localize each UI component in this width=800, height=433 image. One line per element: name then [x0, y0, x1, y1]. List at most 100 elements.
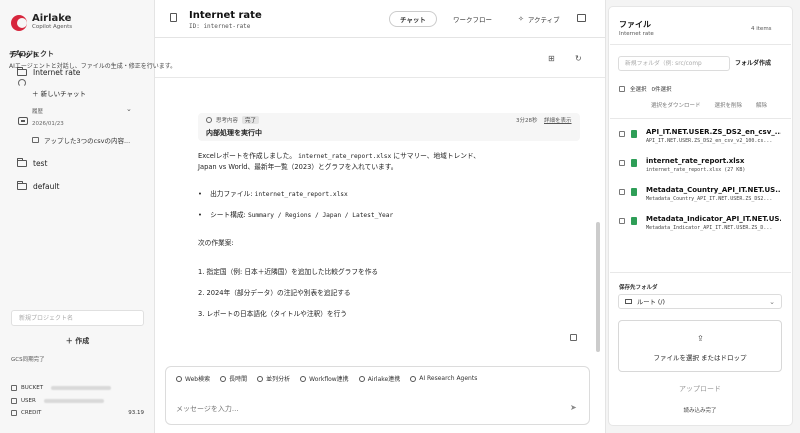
user-icon	[11, 398, 17, 404]
logo-name: Airlake	[32, 13, 72, 24]
thinking-header: 思考内容 完了	[206, 116, 260, 124]
sidebar-project-default[interactable]: default	[17, 181, 60, 191]
bulk-actions: 選択をダウンロード 選択を削除 解除	[651, 101, 767, 109]
chat-title: チャット	[9, 50, 39, 59]
message-line: Excelレポートを作成しました。 internet_rate_report.x…	[198, 151, 480, 162]
project-label: default	[33, 182, 60, 191]
airlake-logo-icon	[11, 14, 27, 31]
tool-research-agents[interactable]: AI Research Agents	[410, 374, 477, 383]
tool-label: 長時間	[229, 376, 248, 383]
bullet-label: シート構成:	[210, 211, 246, 219]
blurred-value	[51, 386, 112, 390]
next-steps-title: 次の作業案:	[198, 239, 234, 247]
tab-chat[interactable]: チャット	[389, 11, 437, 27]
project-id: ID: internet-rate	[189, 23, 251, 30]
files-title: ファイル	[619, 20, 651, 29]
tool-toggles: Web検索 長時間 並列分析 Workflow連携 Airlake連携 AI R…	[176, 374, 477, 383]
view-tabs: チャット ワークフロー ✧ アクティブ	[389, 11, 570, 27]
message-input[interactable]	[176, 402, 556, 416]
clock-icon	[206, 117, 212, 123]
file-checkbox[interactable]	[619, 160, 625, 166]
new-chat-button[interactable]: ＋ 新しいチャット	[32, 88, 86, 98]
bullet-output-file: 出力ファイル: internet_rate_report.xlsx	[198, 189, 348, 200]
sync-status: GCS同期完了	[11, 357, 45, 363]
upload-icon: ⇪	[697, 334, 704, 343]
file-dropzone[interactable]	[618, 320, 782, 372]
tool-workflow[interactable]: Workflow連携	[300, 374, 349, 383]
tool-label: 並列分析	[266, 376, 291, 383]
show-details-link[interactable]: 詳細を表示	[544, 116, 572, 124]
tool-airlake[interactable]: Airlake連携	[358, 374, 400, 383]
select-all-label: 全選択	[630, 87, 647, 93]
logo: Airlake Copilot Agents	[11, 14, 72, 31]
page-title: Internet rate	[189, 10, 262, 21]
file-icon	[631, 130, 637, 138]
dropzone-text: ファイルを選択 またはドロップ	[653, 354, 747, 362]
copy-icon[interactable]	[570, 334, 577, 341]
folder-icon	[17, 158, 27, 167]
tool-long-run[interactable]: 長時間	[220, 374, 247, 383]
status-badge: 完了	[242, 116, 260, 124]
thinking-duration: 3分28秒	[516, 118, 538, 124]
tab-active[interactable]: ✧ アクティブ	[508, 11, 570, 27]
history-label: 履歴	[32, 109, 44, 115]
send-icon[interactable]: ➤	[570, 403, 577, 412]
sidebar-project-test[interactable]: test	[17, 158, 48, 168]
tool-label: Web検索	[185, 376, 211, 383]
grid-add-icon[interactable]: ⊞	[548, 54, 555, 63]
globe-icon	[176, 375, 182, 382]
branch-icon	[257, 375, 264, 382]
tool-parallel-analysis[interactable]: 並列分析	[257, 374, 290, 383]
load-status: 読み込み完了	[683, 408, 717, 414]
message-text: Excelレポートを作成しました。	[198, 152, 296, 160]
file-meta: internet_rate_report.xlsx (27 KB)	[646, 167, 746, 173]
document-icon	[170, 13, 177, 22]
file-meta: Metadata_Indicator_API_IT.NET.USER.ZS_D.…	[646, 225, 773, 231]
research-icon	[410, 375, 417, 382]
chat-bubble-icon	[32, 137, 39, 143]
file-meta: Metadata_Country_API_IT.NET.USER.ZS_DS2.…	[646, 196, 773, 202]
divider	[610, 118, 791, 119]
loading-icon	[18, 79, 26, 87]
workflow-icon	[300, 375, 307, 382]
create-project-button[interactable]: ＋ 作成	[11, 334, 144, 347]
download-selected-button[interactable]: 選択をダウンロード	[651, 101, 701, 109]
files-count: 4 items	[751, 26, 772, 32]
file-checkbox[interactable]	[619, 189, 625, 195]
credit-value: 93.19	[128, 410, 144, 416]
clear-selection-button[interactable]: 解除	[756, 101, 767, 109]
history-chat-item[interactable]: アップした3つのcsvの内容...	[32, 135, 130, 145]
folder-icon	[17, 181, 27, 190]
save-folder-value: ルート (/)	[637, 299, 665, 306]
file-icon	[631, 159, 637, 167]
new-project-input[interactable]	[11, 310, 144, 326]
next-step-item: 3. レポートの日本語化（タイトルや注釈）を行う	[198, 310, 347, 318]
tab-workflow[interactable]: ワークフロー	[443, 11, 502, 27]
select-all-checkbox[interactable]	[619, 86, 625, 92]
tool-label: AI Research Agents	[419, 375, 478, 382]
thinking-label: 思考内容	[216, 118, 239, 124]
new-folder-input[interactable]	[618, 56, 730, 71]
divider	[610, 44, 791, 45]
project-label: test	[33, 159, 48, 168]
tool-web-search[interactable]: Web検索	[176, 374, 210, 383]
divider	[610, 272, 791, 273]
panel-toggle-icon[interactable]	[577, 14, 586, 22]
next-step-item: 1. 指定国（例: 日本＋近隣国）を追加した比較グラフを作る	[198, 268, 379, 276]
logo-subtitle: Copilot Agents	[32, 24, 73, 30]
create-folder-button[interactable]: フォルダ作成	[735, 58, 771, 67]
upload-button[interactable]: アップロード	[618, 382, 782, 396]
chevron-down-icon[interactable]: ⌄	[126, 105, 132, 113]
file-checkbox[interactable]	[619, 131, 625, 137]
file-icon	[631, 217, 637, 225]
bucket-icon	[11, 385, 17, 391]
refresh-icon[interactable]: ↻	[575, 54, 582, 63]
tab-active-label: アクティブ	[527, 16, 560, 24]
message-line: Japan vs World、最新年一覧（2023）とグラフを入れています。	[198, 163, 398, 171]
file-checkbox[interactable]	[619, 218, 625, 224]
chat-scrollbar[interactable]	[596, 222, 600, 352]
save-folder-select[interactable]: ルート (/) ⌄	[618, 294, 782, 309]
delete-selected-button[interactable]: 選択を削除	[715, 101, 743, 109]
tool-label: Workflow連携	[309, 376, 349, 383]
files-project: Internet rate	[619, 31, 654, 37]
